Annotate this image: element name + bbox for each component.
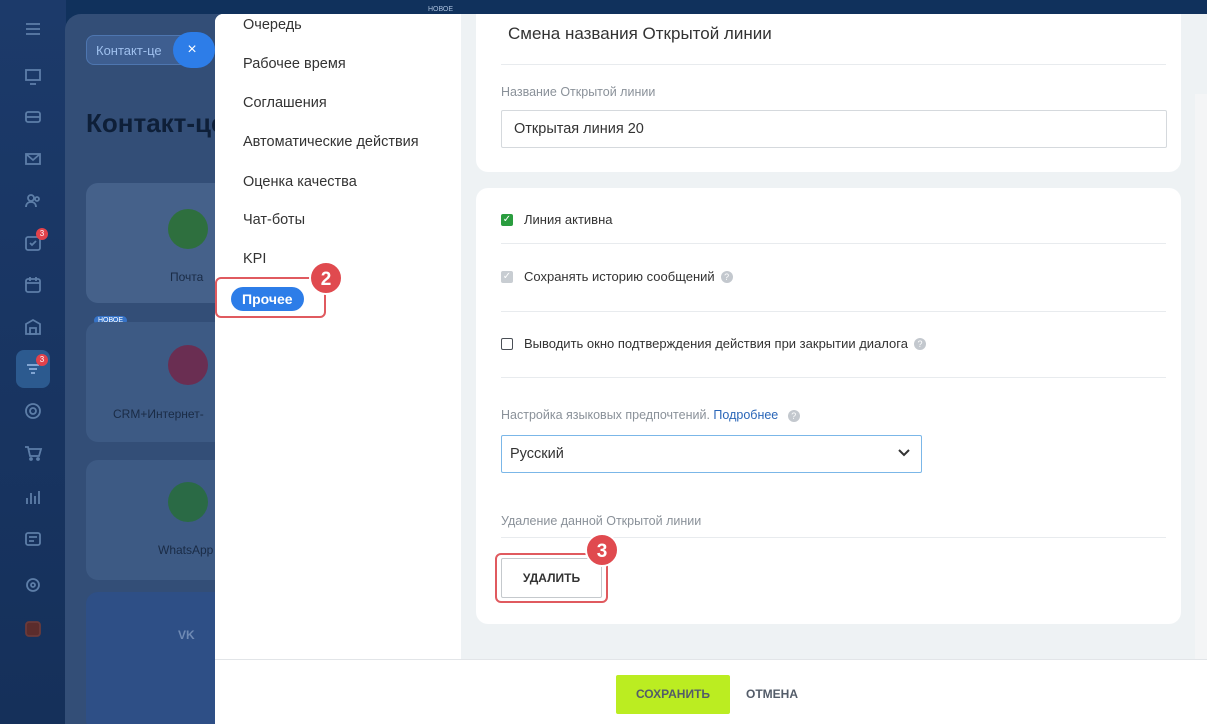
rename-card: Смена названия Открытой линии Название О… — [476, 14, 1181, 172]
menu-item-agreements[interactable]: Соглашения — [243, 95, 327, 111]
channel-label-crm: CRM+Интернет- — [113, 407, 204, 421]
confirm-window-label: Выводить окно подтверждения действия при… — [524, 336, 908, 351]
slider-footer: СОХРАНИТЬ ОТМЕНА — [215, 659, 1207, 724]
menu-item-kpi[interactable]: KPI — [243, 251, 266, 267]
step-3-badge: 3 — [585, 533, 619, 567]
divider — [501, 311, 1166, 312]
new-badge-top: НОВОЕ — [428, 6, 454, 13]
language-settings-label: Настройка языковых предпочтений. Подробн… — [501, 408, 800, 422]
step-2-badge: 2 — [309, 261, 343, 295]
feed-icon[interactable] — [22, 66, 44, 88]
rename-card-title: Смена названия Открытой линии — [508, 24, 772, 43]
contact-center-badge: 3 — [36, 354, 48, 366]
analytics-icon[interactable] — [22, 486, 44, 508]
confirm-window-row[interactable]: Выводить окно подтверждения действия при… — [501, 336, 926, 351]
channel-label-mail: Почта — [170, 270, 204, 284]
delete-line-label: Удаление данной Открытой линии — [501, 514, 702, 528]
line-active-checkbox[interactable]: ✓ — [501, 213, 513, 226]
target-icon[interactable] — [22, 400, 44, 422]
menu-item-other[interactable]: Прочее — [231, 287, 304, 311]
apps-icon[interactable] — [22, 618, 44, 640]
chevron-down-icon — [898, 449, 910, 457]
menu-item-queue[interactable]: Очередь — [243, 17, 302, 33]
language-select-value: Русский — [510, 446, 564, 462]
divider — [501, 243, 1166, 244]
open-line-settings-slider: Очередь Рабочее время Соглашения Автомат… — [215, 14, 1207, 724]
language-more-link[interactable]: Подробнее — [713, 408, 778, 422]
crm-shop-icon — [168, 345, 208, 385]
building-icon[interactable] — [22, 316, 44, 338]
mail-icon[interactable] — [22, 148, 44, 170]
line-name-input[interactable]: Открытая линия 20 — [501, 110, 1167, 148]
left-nav-rail: 3 3 — [0, 0, 66, 724]
menu-item-quality-rating[interactable]: Оценка качества — [243, 174, 357, 190]
whatsapp-icon — [168, 482, 208, 522]
help-icon[interactable]: ? — [787, 410, 800, 422]
menu-icon[interactable] — [22, 18, 44, 40]
cart-icon[interactable] — [22, 442, 44, 464]
inbox-icon[interactable] — [22, 106, 44, 128]
name-field-label: Название Открытой линии — [501, 85, 656, 99]
save-button[interactable]: СОХРАНИТЬ — [616, 675, 730, 714]
help-icon[interactable]: ? — [720, 270, 733, 283]
divider — [501, 64, 1166, 65]
divider — [501, 377, 1166, 378]
confirm-window-checkbox[interactable] — [501, 337, 513, 350]
menu-item-work-time[interactable]: Рабочее время — [243, 56, 346, 72]
line-active-row[interactable]: ✓ Линия активна — [501, 212, 612, 227]
vk-icon: VK — [178, 628, 195, 642]
cancel-button[interactable]: ОТМЕНА — [746, 675, 798, 714]
mail-icon — [168, 209, 208, 249]
menu-item-auto-actions[interactable]: Автоматические действия — [243, 134, 419, 150]
settings-side-menu: Очередь Рабочее время Соглашения Автомат… — [215, 14, 461, 659]
settings-icon[interactable] — [22, 574, 44, 596]
save-history-label: Сохранять историю сообщений — [524, 269, 715, 284]
language-settings-text: Настройка языковых предпочтений. — [501, 408, 710, 422]
tasks-badge: 3 — [36, 228, 48, 240]
help-icon[interactable]: ? — [913, 337, 926, 350]
channel-label-whatsapp: WhatsApp — [158, 543, 214, 557]
sites-icon[interactable] — [22, 528, 44, 550]
save-history-checkbox: ✓ — [501, 270, 513, 283]
save-history-row: ✓ Сохранять историю сообщений ? — [501, 269, 733, 284]
calendar-icon[interactable] — [22, 274, 44, 296]
menu-item-chatbots[interactable]: Чат-боты — [243, 212, 305, 228]
page-title: Контакт-це — [86, 108, 226, 138]
line-active-label: Линия активна — [524, 212, 613, 227]
language-select[interactable]: Русский — [501, 435, 922, 473]
close-slider-button[interactable]: × — [173, 32, 215, 68]
users-icon[interactable] — [22, 190, 44, 212]
scrollbar[interactable] — [1195, 94, 1207, 659]
